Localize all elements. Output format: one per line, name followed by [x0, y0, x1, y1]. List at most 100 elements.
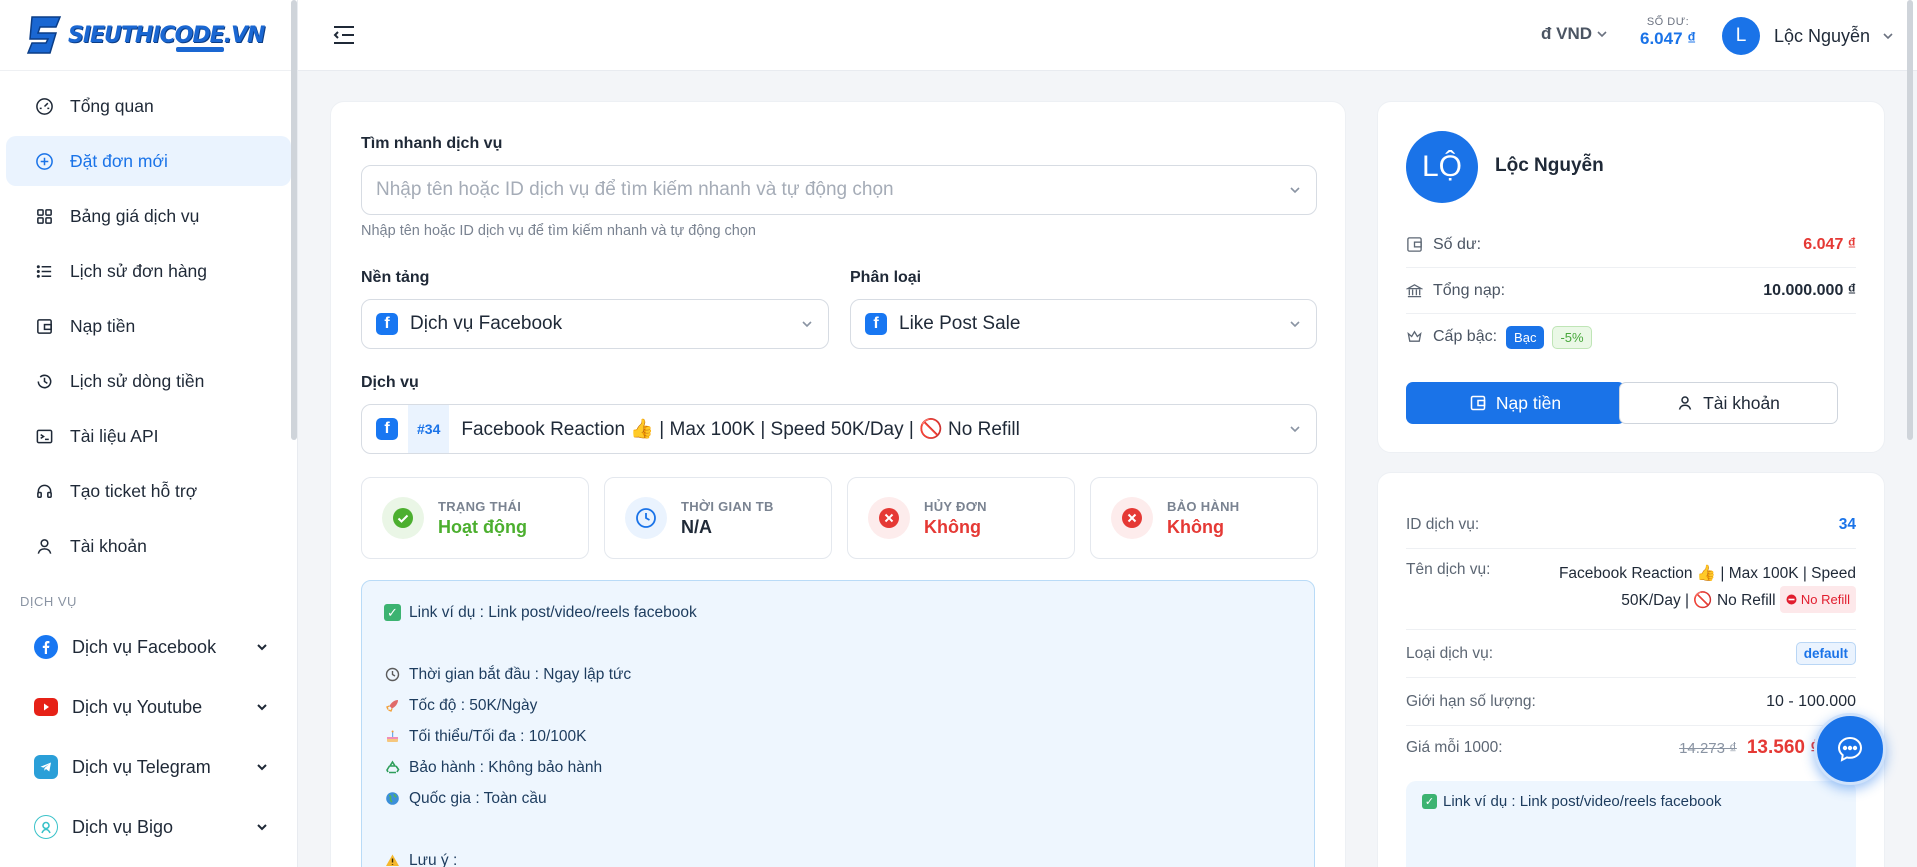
info-name-line2: 50K/Day | 🚫 No Refill: [1621, 592, 1776, 609]
sidebar-item-label: Tài khoản: [70, 535, 147, 556]
stat-avg-time: THỜI GIAN TB N/A: [604, 477, 832, 559]
stat-caption: HỦY ĐƠN: [924, 498, 987, 514]
user-icon: [1678, 396, 1692, 410]
category-value: Like Post Sale: [899, 313, 1021, 334]
warning-emoji-icon: [384, 852, 401, 867]
profile-rank-row: Cấp bậc: Bạc -5%: [1406, 314, 1856, 360]
info-name-line1: Facebook Reaction 👍 | Max 100K | Speed: [1558, 565, 1856, 582]
balance-caption: SỐ DƯ:: [1646, 16, 1690, 28]
quick-search-label: Tìm nhanh dịch vụ: [361, 135, 503, 152]
sidebar-item-account[interactable]: Tài khoản: [6, 521, 291, 571]
chevron-down-icon: [1883, 33, 1893, 40]
balance-label: Số dư:: [1433, 235, 1482, 253]
chevron-down-icon: [257, 824, 267, 831]
profile-balance-row: Số dư: 6.047 ₫: [1406, 222, 1856, 268]
info-price-label: Giá mỗi 1000:: [1406, 739, 1503, 756]
chat-button[interactable]: [1814, 713, 1886, 785]
quick-search-input[interactable]: Nhập tên hoặc ID dịch vụ để tìm kiếm nha…: [361, 165, 1317, 215]
platform-select[interactable]: f Dịch vụ Facebook: [361, 299, 829, 349]
stat-caption: BẢO HÀNH: [1167, 498, 1240, 514]
sidebar-item-api-docs[interactable]: Tài liệu API: [6, 411, 291, 461]
no-refill-badge: No Refill: [1779, 586, 1856, 613]
rank-discount-badge: -5%: [1552, 325, 1592, 349]
logo[interactable]: SIEUTHICODE.VN: [0, 0, 297, 71]
category-select[interactable]: f Like Post Sale: [850, 299, 1317, 349]
info-limit-value: 10 - 100.000: [1766, 692, 1856, 710]
service-info-card: ID dịch vụ: 34 Tên dịch vụ: Facebook Rea…: [1377, 472, 1885, 867]
stat-value: N/A: [681, 516, 712, 537]
chevron-down-icon: [1290, 187, 1300, 194]
account-button[interactable]: Tài khoản: [1619, 382, 1838, 424]
profile-total-row: Tổng nạp: 10.000.000 ₫: [1406, 268, 1856, 314]
logo-text: SIEUTHICODE.VN: [68, 22, 265, 48]
avatar: L: [1722, 17, 1760, 55]
sidebar-item-overview[interactable]: Tổng quan: [6, 81, 291, 131]
plus-circle-icon: [34, 151, 54, 171]
profile-card: LỘ Lộc Nguyễn Số dư: 6.047 ₫ Tổng nạp: 1…: [1377, 101, 1885, 453]
sidebar-item-cash-history[interactable]: Lịch sử dòng tiền: [6, 356, 291, 406]
service-label: Dịch vụ: [361, 374, 419, 391]
stat-warranty: BẢO HÀNH Không: [1090, 477, 1318, 559]
description-line: Thời gian bắt đầu : Ngay lập tức: [384, 659, 1292, 690]
sidebar-item-price-list[interactable]: Bảng giá dịch vụ: [6, 191, 291, 241]
info-limit-label: Giới hạn số lượng:: [1406, 692, 1536, 710]
sidebar-scrollbar[interactable]: [291, 0, 297, 440]
category-label: Phân loại: [850, 269, 922, 286]
sidebar-service-telegram[interactable]: Dịch vụ Telegram: [0, 737, 297, 797]
wallet-icon: [1406, 236, 1424, 254]
new-price: 13.560 ₫: [1746, 737, 1820, 758]
total-value: 10.000.000 ₫: [1763, 281, 1856, 299]
chat-bubble-icon: [1837, 736, 1863, 762]
sidebar-item-label: Lịch sử dòng tiền: [70, 370, 205, 391]
info-limit-row: Giới hạn số lượng: 10 - 100.000: [1406, 678, 1856, 726]
facebook-icon: f: [865, 313, 887, 335]
sidebar-item-order-history[interactable]: Lịch sử đơn hàng: [6, 246, 291, 296]
info-type-row: Loại dịch vụ: default: [1406, 630, 1856, 678]
stat-value: Không: [1167, 516, 1224, 537]
sidebar-service-facebook[interactable]: Dịch vụ Facebook: [0, 617, 297, 677]
topbar-balance: SỐ DƯ: 6.047 ₫: [1640, 16, 1696, 49]
currency-selector[interactable]: đ VND: [1541, 24, 1608, 44]
sidebar-item-support-ticket[interactable]: Tạo ticket hỗ trợ: [6, 466, 291, 516]
rank-badge: Bạc: [1506, 325, 1545, 349]
sidebar-item-label: Tài liệu API: [70, 425, 159, 446]
profile-name: Lộc Nguyễn: [1495, 155, 1604, 176]
service-select[interactable]: f #34 Facebook Reaction 👍 | Max 100K | S…: [361, 404, 1317, 454]
quick-search-placeholder: Nhập tên hoặc ID dịch vụ để tìm kiếm nha…: [376, 179, 894, 200]
logo-mark-icon: [26, 13, 66, 57]
services-section-label: DỊCH VỤ: [20, 594, 77, 609]
deposit-button-label: Nạp tiền: [1495, 392, 1562, 413]
service-value: Facebook Reaction 👍 | Max 100K | Speed 5…: [461, 419, 1020, 440]
balance-value: 6.047 ₫: [1803, 235, 1856, 253]
sidebar-item-new-order[interactable]: Đặt đơn mới: [6, 136, 291, 186]
order-form-card: Tìm nhanh dịch vụ Nhập tên hoặc ID dịch …: [330, 101, 1346, 867]
menu-toggle-icon[interactable]: [332, 24, 356, 46]
logo-underline: [176, 47, 224, 52]
sidebar-item-deposit[interactable]: Nạp tiền: [6, 301, 291, 351]
rank-label: Cấp bậc:: [1433, 328, 1498, 345]
check-circle-icon: [382, 497, 424, 539]
user-menu[interactable]: L Lộc Nguyễn: [1722, 17, 1894, 55]
page-scrollbar[interactable]: [1907, 0, 1913, 440]
check-box-icon: ✓: [384, 604, 401, 621]
description-line: ✓ Link ví dụ : Link post/video/reels face…: [384, 597, 1292, 628]
cake-emoji-icon: [384, 728, 401, 745]
quick-search-hint: Nhập tên hoặc ID dịch vụ để tìm kiếm nha…: [361, 223, 756, 239]
info-id-value: 34: [1838, 515, 1856, 533]
deposit-button[interactable]: Nạp tiền: [1406, 382, 1625, 424]
stat-caption: THỜI GIAN TB: [681, 498, 774, 514]
chevron-down-icon: [257, 764, 267, 771]
chevron-down-icon: [1290, 321, 1300, 328]
description-line: Bảo hành : Không bảo hành: [384, 752, 1292, 783]
service-description: ✓ Link ví dụ : Link post/video/reels face…: [361, 580, 1315, 867]
no-entry-icon: [1786, 594, 1797, 605]
platform-value: Dịch vụ Facebook: [410, 313, 563, 334]
sidebar-service-bigo[interactable]: Dịch vụ Bigo: [0, 797, 297, 857]
terminal-icon: [34, 426, 54, 446]
check-box-icon: ✓: [1422, 794, 1437, 809]
sidebar-service-youtube[interactable]: Dịch vụ Youtube: [0, 677, 297, 737]
sidebar-service-label: Dịch vụ Facebook: [72, 636, 217, 657]
sidebar: SIEUTHICODE.VN Tổng quan Đặt đơn mới Bản…: [0, 0, 298, 867]
youtube-icon: [34, 698, 58, 716]
user-name: Lộc Nguyễn: [1774, 25, 1871, 46]
